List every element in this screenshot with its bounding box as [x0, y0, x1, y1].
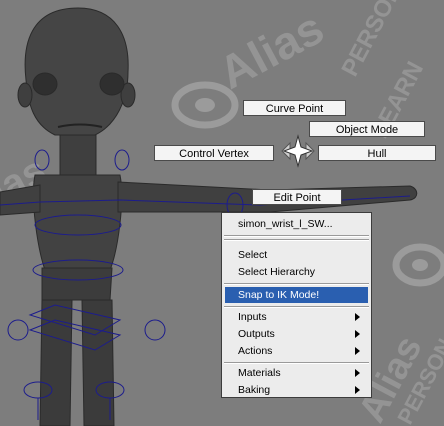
marking-menu-curve-point[interactable]: Curve Point — [243, 100, 346, 116]
menu-item-select-hierarchy[interactable]: Select Hierarchy — [225, 264, 368, 280]
submenu-arrow-icon — [355, 313, 360, 321]
menu-item-select[interactable]: Select — [225, 247, 368, 263]
submenu-arrow-icon — [355, 386, 360, 394]
marking-menu-object-mode[interactable]: Object Mode — [309, 121, 425, 137]
watermark-brand: Alias — [210, 1, 331, 99]
marking-menu-edit-point[interactable]: Edit Point — [252, 189, 342, 205]
alias-logo-icon — [171, 81, 239, 129]
submenu-arrow-icon — [355, 330, 360, 338]
menu-item-baking[interactable]: Baking — [225, 382, 368, 398]
menu-item-inputs[interactable]: Inputs — [225, 309, 368, 325]
context-menu-object-name[interactable]: simon_wrist_l_SW... — [225, 216, 368, 232]
menu-divider — [224, 306, 369, 308]
submenu-arrow-icon — [355, 369, 360, 377]
menu-item-outputs[interactable]: Outputs — [225, 326, 368, 342]
menu-divider — [224, 239, 369, 241]
marking-menu-hull[interactable]: Hull — [318, 145, 436, 161]
menu-item-label: Baking — [238, 384, 271, 396]
menu-item-label: Outputs — [238, 328, 275, 340]
menu-item-label: Inputs — [238, 311, 267, 323]
sparkle-star-icon — [281, 134, 315, 168]
menu-item-actions[interactable]: Actions — [225, 343, 368, 359]
watermark-text-right-1: PERSON — [336, 0, 407, 81]
menu-divider — [224, 283, 369, 285]
menu-divider — [224, 235, 369, 237]
menu-item-label: Actions — [238, 345, 273, 357]
context-menu: simon_wrist_l_SW... Select Select Hierar… — [221, 212, 372, 398]
menu-item-snap-to-ik-mode[interactable]: Snap to IK Mode! — [225, 287, 368, 303]
submenu-arrow-icon — [355, 347, 360, 355]
alias-logo-icon — [392, 243, 444, 287]
marking-menu-control-vertex[interactable]: Control Vertex — [154, 145, 274, 161]
menu-divider — [224, 362, 369, 364]
menu-item-label: Materials — [238, 367, 281, 379]
menu-item-materials[interactable]: Materials — [225, 365, 368, 381]
